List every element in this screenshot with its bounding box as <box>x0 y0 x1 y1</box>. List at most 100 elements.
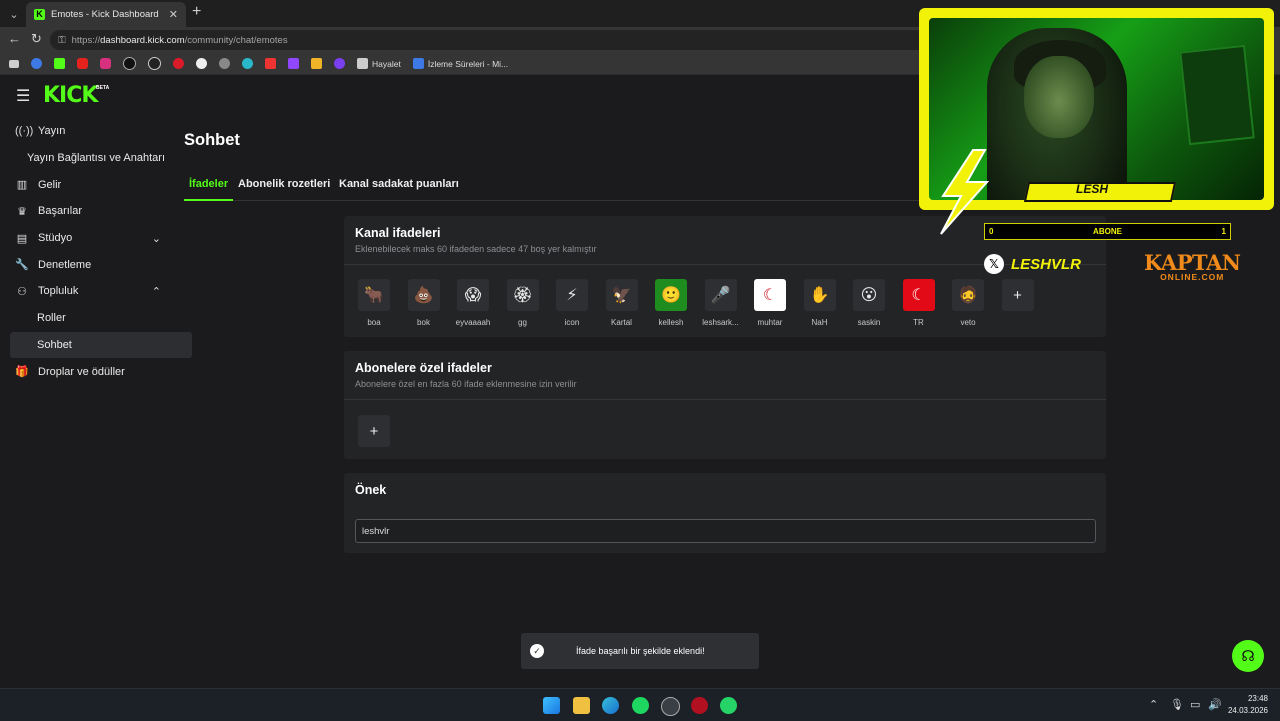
emote-item[interactable]: ✋ NaH <box>803 279 836 327</box>
emote-image: 💩 <box>407 279 440 311</box>
emote-item[interactable]: 😱 eyvaaaah <box>456 279 490 327</box>
prefix-card: Önek leshvlr <box>344 473 1106 553</box>
emote-image: 🦅 <box>605 279 638 311</box>
emote-image: ✋ <box>803 279 836 311</box>
emote-label: bok <box>417 318 430 327</box>
emote-item[interactable]: ☾ TR <box>902 279 935 327</box>
kick-logo[interactable]: KICK <box>43 83 98 108</box>
sidebar-item-studyo[interactable]: ▤ Stüdyo ⌄ <box>0 225 175 252</box>
bookmark-red-square-icon[interactable] <box>265 58 276 69</box>
sidebar-item-denetleme[interactable]: 🔧 Denetleme <box>0 251 175 278</box>
hamburger-menu-icon[interactable]: ☰ <box>16 86 30 106</box>
bookmark-k-icon[interactable] <box>311 58 322 69</box>
chevron-up-icon[interactable]: ⌃ <box>152 285 161 298</box>
taskbar-clock[interactable]: 23:48 24.03.2026 <box>1226 693 1268 717</box>
bookmark-kick-icon[interactable] <box>54 58 65 69</box>
bookmark-twitch-icon[interactable] <box>288 58 299 69</box>
bookmark-red-icon[interactable] <box>173 58 184 69</box>
bookmark-r-icon[interactable] <box>31 58 42 69</box>
bookmark-hayalet-icon[interactable] <box>357 58 368 69</box>
back-arrow-icon[interactable]: ← <box>8 31 21 46</box>
bookmark-apps-icon[interactable] <box>9 59 19 68</box>
emote-label: boa <box>367 318 381 327</box>
spotify-icon[interactable] <box>632 697 649 714</box>
tab-loyalty-points[interactable]: Kanal sadakat puanları <box>339 178 459 190</box>
tab-emotes[interactable]: İfadeler <box>189 178 228 190</box>
emote-item[interactable]: 🦅 Kartal <box>605 279 638 327</box>
bookmark-purple-icon[interactable] <box>334 58 345 69</box>
add-emote-button[interactable]: + <box>1001 279 1034 311</box>
emote-label: gg <box>518 318 527 327</box>
sponsor-name: KAPTAN <box>1144 250 1241 275</box>
sidebar-item-label: Sohbet <box>37 338 72 351</box>
bookmark-grey-icon[interactable] <box>219 58 230 69</box>
whatsapp-icon[interactable] <box>720 697 737 714</box>
sidebar-item-droplar[interactable]: 🎁 Droplar ve ödüller <box>0 358 175 385</box>
bookmark-youtube-icon[interactable] <box>77 58 88 69</box>
trophy-icon: ♛ <box>17 205 27 218</box>
chevron-down-icon[interactable]: ⌄ <box>152 232 161 245</box>
emote-item[interactable]: 🧔 veto <box>952 279 984 327</box>
bookmark-diamond-icon[interactable] <box>196 58 207 69</box>
sidebar-item-sohbet[interactable]: Sohbet <box>10 331 192 359</box>
card-subtitle: Abonelere özel en fazla 60 ifade eklenme… <box>355 379 577 389</box>
tab-sub-badges[interactable]: Abonelik rozetleri <box>238 178 330 190</box>
beta-badge: BETA <box>96 85 110 91</box>
sidebar-item-label: Gelir <box>38 178 62 191</box>
edge-browser-icon[interactable] <box>602 697 619 714</box>
emote-item[interactable]: 🐂 boa <box>358 279 390 327</box>
bookmark-izleme-label[interactable]: İzleme Süreleri - Mi... <box>428 59 508 69</box>
sidebar-item-label: Yayın <box>38 125 66 138</box>
sponsor-logo: KAPTAN ONLINE.COM <box>1144 250 1241 282</box>
site-info-icon[interactable]: ⚿ <box>58 35 66 46</box>
sidebar-item-basarilar[interactable]: ♛ Başarılar <box>0 198 175 225</box>
emote-label: leshsark... <box>702 318 739 327</box>
emote-image: 🐂 <box>358 279 390 311</box>
emote-image: 🙂 <box>655 279 687 311</box>
windows-start-icon[interactable] <box>543 697 560 714</box>
emote-item[interactable]: 💩 bok <box>407 279 440 327</box>
microphone-icon[interactable]: 🎙 <box>1170 698 1184 711</box>
display-icon[interactable]: ▭ <box>1190 698 1200 711</box>
bookmark-izleme-icon[interactable] <box>412 58 424 69</box>
emote-item[interactable]: ☾ muhtar <box>754 279 786 327</box>
tray-chevron-up-icon[interactable]: ⌃ <box>1149 698 1158 711</box>
sidebar-item-topluluk[interactable]: ⚇ Topluluk ⌃ <box>0 278 175 305</box>
bookmark-x-icon[interactable] <box>148 57 161 70</box>
browser-tab-active[interactable]: K Emotes - Kick Dashboard ✕ <box>26 2 186 27</box>
emote-item[interactable]: 🏵 gg <box>506 279 539 327</box>
opera-icon[interactable] <box>691 697 708 714</box>
bookmark-instagram-icon[interactable] <box>100 58 111 69</box>
bookmark-hayalet-label[interactable]: Hayalet <box>372 59 401 69</box>
help-headset-button[interactable]: ☊ <box>1232 640 1264 672</box>
address-bar[interactable]: ⚿ https://dashboard.kick.com/community/c… <box>50 30 1050 50</box>
sidebar-item-yayin[interactable]: ((·)) Yayın <box>0 118 175 145</box>
sidebar-item-gelir[interactable]: ▥ Gelir <box>0 171 175 198</box>
sidebar-item-stream-key[interactable]: Yayın Bağlantısı ve Anahtarı <box>0 145 175 172</box>
emote-item[interactable]: 🙂 kellesh <box>655 279 687 327</box>
sidebar-item-roller[interactable]: Roller <box>0 305 175 332</box>
tab-close-icon[interactable]: ✕ <box>169 8 178 21</box>
emote-item[interactable]: ⚡ icon <box>556 279 588 327</box>
add-sub-emote-button[interactable]: + <box>358 415 390 447</box>
emote-image: ☾ <box>754 279 786 311</box>
x-handle-name: LESHVLR <box>1011 255 1082 273</box>
new-tab-plus-icon[interactable]: + <box>192 3 201 21</box>
bookmark-tiktok-icon[interactable] <box>123 57 136 70</box>
card-title: Önek <box>355 483 387 497</box>
sidebar-item-label: Başarılar <box>38 205 83 218</box>
emote-item[interactable]: 🎤 leshsark... <box>702 279 739 327</box>
prefix-input[interactable]: leshvlr <box>355 519 1096 543</box>
reload-icon[interactable]: ↻ <box>31 31 42 47</box>
check-circle-icon: ✓ <box>530 644 544 658</box>
card-title: Abonelere özel ifadeler <box>355 361 492 375</box>
toast-message: İfade başarılı bir şekilde eklendi! <box>576 646 705 656</box>
file-explorer-icon[interactable] <box>573 697 590 714</box>
plus-icon: + <box>1001 279 1034 311</box>
emote-item[interactable]: 😮 saskin <box>853 279 885 327</box>
bookmark-cyan-icon[interactable] <box>242 58 253 69</box>
gift-icon: 🎁 <box>15 366 29 379</box>
obs-icon[interactable] <box>661 697 680 716</box>
tab-list-chevron-icon[interactable]: ⌄ <box>4 4 24 24</box>
volume-icon[interactable]: 🔊 <box>1208 698 1222 711</box>
